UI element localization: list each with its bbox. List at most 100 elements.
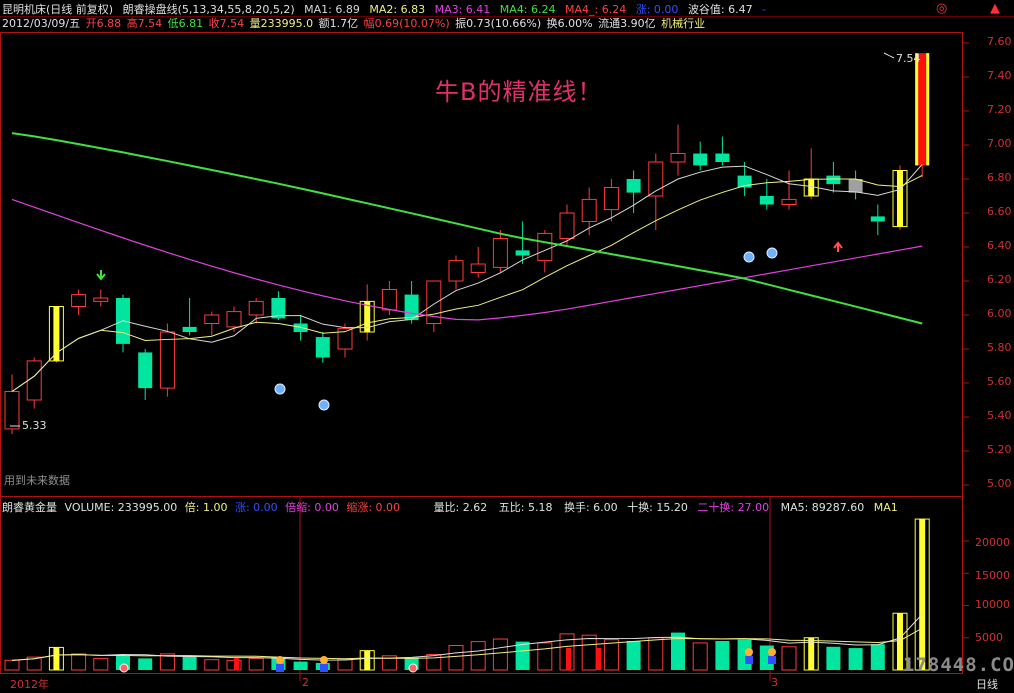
window-close-icon[interactable]: ◎ xyxy=(936,1,947,16)
title-annotation: 牛B的精准线！ xyxy=(435,78,603,106)
volume-total: VOLUME: 233995.00 xyxy=(64,501,178,514)
indicator-name: 朗睿操盘线(5,13,34,55,8,20,5,2) xyxy=(122,3,295,16)
volume-bar xyxy=(293,661,308,670)
candle-edge xyxy=(926,53,930,166)
volume-bar xyxy=(492,638,508,671)
volume-marker-icon xyxy=(119,663,129,673)
candle-body xyxy=(381,289,397,311)
candle-body xyxy=(559,212,575,239)
candle-body xyxy=(693,153,708,166)
candle-body xyxy=(492,238,508,268)
price-tick: 5.60 xyxy=(987,375,1012,388)
signal-ball-icon xyxy=(318,399,330,411)
candle-body xyxy=(71,294,87,308)
volume-bar xyxy=(71,653,87,671)
candle-body xyxy=(93,297,109,302)
ershihuan-value: 二十换: 27.00 xyxy=(697,501,770,514)
candle-body xyxy=(182,326,197,332)
high-price-label: 7.54 xyxy=(896,52,921,65)
candle-body xyxy=(515,250,530,256)
date-value: 2012/03/09/五 xyxy=(2,17,81,30)
volume-bar xyxy=(648,637,664,671)
close-value: 收7.54 xyxy=(208,17,245,30)
signal-ball-icon xyxy=(766,247,778,259)
volume-person-icon xyxy=(320,656,328,664)
volume-bar xyxy=(692,642,708,671)
future-data-label: 用到未来数据 xyxy=(4,474,70,487)
volume-bar xyxy=(715,640,730,670)
volume-bar xyxy=(581,634,597,671)
volume-bar xyxy=(448,644,464,671)
low-value: 低6.81 xyxy=(167,17,204,30)
candle-body xyxy=(315,337,330,358)
volume-bar xyxy=(93,657,109,671)
change-value: 幅0.69(10.07%) xyxy=(363,17,450,30)
volume-value: 量233995.0 xyxy=(249,17,314,30)
bogu-value: 波谷值: 6.47 xyxy=(687,3,753,16)
ma2-value: MA2: 6.83 xyxy=(369,3,426,16)
candle-body xyxy=(448,260,464,282)
volume-bar xyxy=(781,646,797,671)
volume-bar xyxy=(4,659,20,671)
price-tick: 5.00 xyxy=(987,477,1012,490)
volume-bar xyxy=(870,644,885,670)
price-tick: 7.40 xyxy=(987,69,1012,82)
volume-tick: 5000 xyxy=(975,631,1003,644)
volume-bar xyxy=(182,655,197,670)
up-arrow-icon xyxy=(833,241,843,252)
signal-ball-icon xyxy=(274,383,286,395)
volume-bar xyxy=(537,642,553,671)
stock-name: 昆明机床(日线 前复权) xyxy=(2,3,114,16)
candle-fill xyxy=(897,170,903,227)
price-tick: 7.60 xyxy=(987,35,1012,48)
industry-value: 机械行业 xyxy=(661,17,706,30)
suozhang-value: 缩涨: 0.00 xyxy=(346,501,401,514)
volume-marker-icon xyxy=(408,663,418,673)
candle-body xyxy=(159,331,175,389)
zhang-value: 涨: 0.00 xyxy=(635,3,679,16)
amount-value: 额1.7亿 xyxy=(318,17,359,30)
vol-zhang-value: 涨: 0.00 xyxy=(234,501,278,514)
volume-bar-fill xyxy=(919,519,926,670)
x-tick-mar: 3 xyxy=(771,676,778,689)
candle-body xyxy=(581,198,597,222)
price-tick: 5.40 xyxy=(987,409,1012,422)
volume-bar xyxy=(515,641,530,670)
huanshou-value: 换手: 6.00 xyxy=(563,501,618,514)
price-tick: 6.20 xyxy=(987,273,1012,286)
ma5-vol-value: MA5: 89287.60 xyxy=(780,501,865,514)
period-label[interactable]: 日线 xyxy=(976,676,998,692)
liangbi-value: 量比: 2.62 xyxy=(433,501,488,514)
bei-value: 倍: 1.00 xyxy=(184,501,228,514)
volume-flag-bar xyxy=(234,658,239,670)
candle-body xyxy=(537,232,553,262)
volume-person-icon xyxy=(276,656,284,664)
price-tick: 7.00 xyxy=(987,137,1012,150)
volume-bar xyxy=(248,657,264,671)
candle-body xyxy=(759,196,774,205)
volume-person-body xyxy=(768,656,776,664)
candle-body xyxy=(226,311,242,328)
volume-bar xyxy=(626,640,641,670)
volume-bar xyxy=(426,654,442,671)
volume-header: 朗睿黄金量 VOLUME: 233995.00 倍: 1.00 涨: 0.00 … xyxy=(2,500,904,516)
scroll-up-icon[interactable]: ▲ xyxy=(990,1,1000,16)
dash-value: - xyxy=(762,3,767,16)
wubi-value: 五比: 5.18 xyxy=(498,501,553,514)
price-tick: 6.80 xyxy=(987,171,1012,184)
ma3-value: MA3: 6.41 xyxy=(434,3,491,16)
down-arrow-icon xyxy=(96,270,106,281)
float-value: 流通3.90亿 xyxy=(598,17,656,30)
candle-body xyxy=(826,175,841,185)
candle-body xyxy=(603,187,619,211)
volume-bar xyxy=(337,659,353,671)
signal-ball-icon xyxy=(743,251,755,263)
candle-body xyxy=(248,300,264,316)
candle-body xyxy=(670,153,686,163)
candle-body xyxy=(4,391,20,430)
candle-body xyxy=(870,216,885,222)
open-value: 开6.88 xyxy=(85,17,122,30)
volume-person-body xyxy=(745,656,753,664)
volume-bar xyxy=(470,641,486,671)
volume-bar xyxy=(204,659,220,671)
